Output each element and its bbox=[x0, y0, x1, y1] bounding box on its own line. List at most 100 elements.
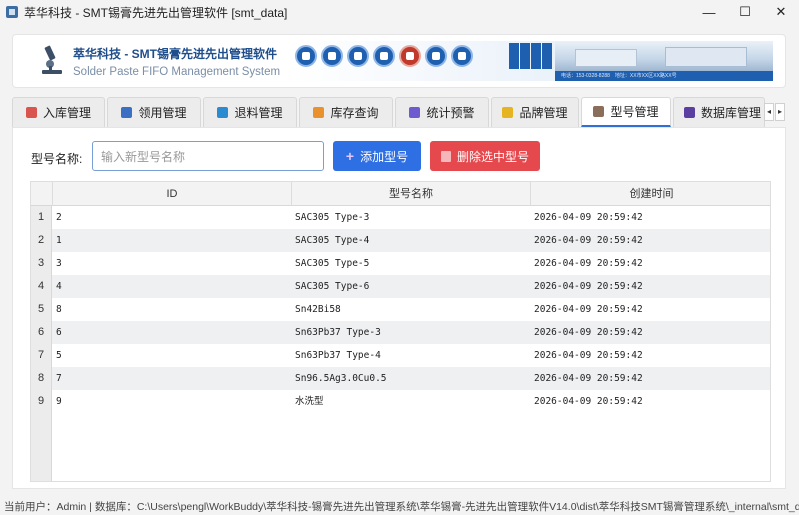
row-number[interactable]: 7 bbox=[31, 344, 52, 367]
tag-icon bbox=[502, 107, 514, 118]
table-row[interactable]: 1 2 SAC305 Type-3 2026-04-09 20:59:42 bbox=[31, 206, 770, 229]
tab-label: 型号管理 bbox=[610, 105, 659, 119]
row-number[interactable]: 9 bbox=[31, 390, 52, 413]
tab-model[interactable]: 型号管理 bbox=[581, 97, 671, 127]
cell-model-name[interactable]: SAC305 Type-3 bbox=[292, 206, 530, 229]
row-number[interactable]: 8 bbox=[31, 367, 52, 390]
table-row[interactable]: 4 4 SAC305 Type-6 2026-04-09 20:59:42 bbox=[31, 275, 770, 298]
cell-id[interactable]: 1 bbox=[53, 229, 291, 252]
cell-id[interactable]: 7 bbox=[53, 367, 291, 390]
banner-product-icon bbox=[451, 45, 473, 67]
banner-photo bbox=[555, 41, 773, 71]
cell-id[interactable]: 6 bbox=[53, 321, 291, 344]
maximize-button[interactable]: ☐ bbox=[727, 0, 763, 24]
return-icon bbox=[217, 107, 229, 118]
box-icon bbox=[313, 107, 325, 118]
cell-model-name[interactable]: Sn96.5Ag3.0Cu0.5 bbox=[292, 367, 530, 390]
plus-icon: + bbox=[345, 148, 355, 164]
cell-model-name[interactable]: SAC305 Type-6 bbox=[292, 275, 530, 298]
tab-brand[interactable]: 品牌管理 bbox=[491, 97, 579, 127]
cell-model-name[interactable]: Sn42Bi58 bbox=[292, 298, 530, 321]
column-header-id[interactable]: ID bbox=[53, 182, 292, 206]
cell-id[interactable]: 4 bbox=[53, 275, 291, 298]
cell-created-time[interactable]: 2026-04-09 20:59:42 bbox=[531, 344, 770, 367]
cell-created-time[interactable]: 2026-04-09 20:59:42 bbox=[531, 206, 770, 229]
tab-label: 统计预警 bbox=[426, 106, 475, 120]
column-header-created-time[interactable]: 创建时间 bbox=[531, 182, 770, 206]
table-row[interactable]: 5 8 Sn42Bi58 2026-04-09 20:59:42 bbox=[31, 298, 770, 321]
add-model-label: 添加型号 bbox=[360, 149, 409, 164]
cell-id[interactable]: 8 bbox=[53, 298, 291, 321]
table-row[interactable]: 7 5 Sn63Pb37 Type-4 2026-04-09 20:59:42 bbox=[31, 344, 770, 367]
banner-tag bbox=[509, 43, 519, 69]
tab-label: 库存查询 bbox=[330, 106, 379, 120]
delete-model-label: 删除选中型号 bbox=[456, 149, 529, 164]
table-row[interactable]: 9 9 水洗型 2026-04-09 20:59:42 bbox=[31, 390, 770, 413]
tab-scroll-left-button[interactable]: ◂ bbox=[764, 103, 774, 121]
trash-icon bbox=[440, 150, 451, 162]
table-row[interactable]: 6 6 Sn63Pb37 Type-3 2026-04-09 20:59:42 bbox=[31, 321, 770, 344]
cell-created-time[interactable]: 2026-04-09 20:59:42 bbox=[531, 275, 770, 298]
cell-model-name[interactable]: Sn63Pb37 Type-4 bbox=[292, 344, 530, 367]
banner-product-icon bbox=[399, 45, 421, 67]
tab-return[interactable]: 退料管理 bbox=[203, 97, 297, 127]
minimize-button[interactable]: — bbox=[691, 0, 727, 24]
cell-created-time[interactable]: 2026-04-09 20:59:42 bbox=[531, 298, 770, 321]
tab-statistics[interactable]: 统计预警 bbox=[395, 97, 489, 127]
tab-database[interactable]: 数据库管理 bbox=[673, 97, 765, 127]
row-number[interactable]: 3 bbox=[31, 252, 52, 275]
close-button[interactable]: ✕ bbox=[763, 0, 799, 24]
tab-inbound[interactable]: 入库管理 bbox=[12, 97, 105, 127]
banner-tag bbox=[542, 43, 552, 69]
table-row[interactable]: 2 1 SAC305 Type-4 2026-04-09 20:59:42 bbox=[31, 229, 770, 252]
tab-bar: 入库管理 领用管理 退料管理 库存查询 统计预警 品牌管理 型号管理 数据库管理… bbox=[12, 97, 786, 127]
table-header: ID 型号名称 创建时间 bbox=[31, 182, 770, 206]
chart-icon bbox=[409, 107, 421, 118]
banner-product-icon bbox=[295, 45, 317, 67]
cell-created-time[interactable]: 2026-04-09 20:59:42 bbox=[531, 390, 770, 413]
cell-created-time[interactable]: 2026-04-09 20:59:42 bbox=[531, 252, 770, 275]
cell-model-name[interactable]: SAC305 Type-4 bbox=[292, 229, 530, 252]
banner-vertical-tags bbox=[509, 43, 553, 69]
download-icon bbox=[121, 107, 133, 118]
tab-label: 入库管理 bbox=[42, 106, 91, 120]
brand-title-cn: 萃华科技 - SMT锡膏先进先出管理软件 bbox=[73, 47, 277, 61]
model-table[interactable]: ID 型号名称 创建时间 1 2 SAC305 Type-3 2026-04-0… bbox=[30, 181, 771, 482]
cell-id[interactable]: 3 bbox=[53, 252, 291, 275]
status-bar: 当前用户：Admin | 数据库：C:\Users\pengl\WorkBudd… bbox=[4, 501, 799, 513]
cell-model-name[interactable]: 水洗型 bbox=[292, 390, 530, 413]
cell-id[interactable]: 5 bbox=[53, 344, 291, 367]
row-number[interactable]: 1 bbox=[31, 206, 52, 229]
row-number[interactable]: 6 bbox=[31, 321, 52, 344]
download-icon bbox=[25, 107, 37, 118]
banner-product-icon bbox=[425, 45, 447, 67]
tab-label: 数据库管理 bbox=[701, 106, 762, 120]
delete-model-button[interactable]: 删除选中型号 bbox=[430, 141, 540, 171]
add-model-button[interactable]: + 添加型号 bbox=[333, 141, 421, 171]
row-number[interactable]: 2 bbox=[31, 229, 52, 252]
model-name-input[interactable]: 输入新型号名称 bbox=[92, 141, 324, 171]
table-row[interactable]: 8 7 Sn96.5Ag3.0Cu0.5 2026-04-09 20:59:42 bbox=[31, 367, 770, 390]
cell-id[interactable]: 2 bbox=[53, 206, 291, 229]
column-header-model-name[interactable]: 型号名称 bbox=[292, 182, 531, 206]
model-management-page: 型号名称: 输入新型号名称 + 添加型号 删除选中型号 ID 型号名称 创建时间… bbox=[12, 127, 786, 489]
title-bar: 萃华科技 - SMT锡膏先进先出管理软件 [smt_data] — ☐ ✕ bbox=[0, 0, 799, 24]
tab-issue[interactable]: 领用管理 bbox=[107, 97, 201, 127]
cell-created-time[interactable]: 2026-04-09 20:59:42 bbox=[531, 321, 770, 344]
brand-title-en: Solder Paste FIFO Management System bbox=[73, 66, 281, 78]
tab-scroll-right-button[interactable]: ▸ bbox=[775, 103, 785, 121]
tab-inventory[interactable]: 库存查询 bbox=[299, 97, 393, 127]
window-title: 萃华科技 - SMT锡膏先进先出管理软件 [smt_data] bbox=[24, 5, 288, 20]
clipboard-icon bbox=[593, 106, 605, 117]
row-number[interactable]: 4 bbox=[31, 275, 52, 298]
tab-label: 领用管理 bbox=[138, 106, 187, 120]
cell-created-time[interactable]: 2026-04-09 20:59:42 bbox=[531, 229, 770, 252]
cell-id[interactable]: 9 bbox=[53, 390, 291, 413]
corner-header[interactable] bbox=[31, 182, 53, 206]
window-controls: — ☐ ✕ bbox=[691, 0, 799, 24]
row-number[interactable]: 5 bbox=[31, 298, 52, 321]
table-row[interactable]: 3 3 SAC305 Type-5 2026-04-09 20:59:42 bbox=[31, 252, 770, 275]
cell-model-name[interactable]: SAC305 Type-5 bbox=[292, 252, 530, 275]
cell-created-time[interactable]: 2026-04-09 20:59:42 bbox=[531, 367, 770, 390]
cell-model-name[interactable]: Sn63Pb37 Type-3 bbox=[292, 321, 530, 344]
